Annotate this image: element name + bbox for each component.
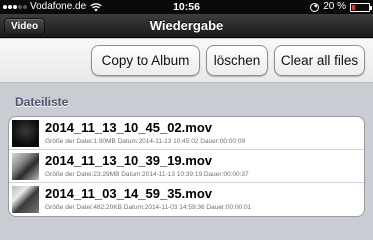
page-title: Wiedergabe — [149, 18, 224, 33]
action-toolbar: Copy to Album löschen Clear all files — [0, 39, 373, 83]
file-details: Größe der Datei:482.20KB Datum:2014-11-0… — [45, 204, 252, 211]
file-name: 2014_11_03_14_59_35.mov — [45, 186, 212, 201]
file-details: Größe der Datei:23.29MB Datum:2014-11-13… — [45, 171, 249, 178]
video-thumbnail-icon — [12, 153, 39, 180]
clear-all-files-button[interactable]: Clear all files — [274, 45, 365, 76]
copy-to-album-button[interactable]: Copy to Album — [91, 45, 200, 76]
status-bar: Vodafone.de 10:56 20 % — [0, 0, 373, 14]
status-right: 20 % — [310, 0, 372, 14]
list-item[interactable]: 2014_11_13_10_45_02.mov Größe der Datei:… — [9, 117, 364, 150]
file-details: Größe der Datei:1.90MB Datum:2014-11-13 … — [45, 138, 246, 145]
battery-icon — [350, 2, 372, 12]
video-thumbnail-icon — [12, 186, 39, 213]
list-item[interactable]: 2014_11_03_14_59_35.mov Größe der Datei:… — [9, 183, 364, 216]
delete-button[interactable]: löschen — [206, 45, 268, 76]
rotation-lock-icon — [310, 2, 320, 12]
video-thumbnail-icon — [12, 120, 39, 147]
battery-percent: 20 % — [323, 1, 346, 12]
file-name: 2014_11_13_10_39_19.mov — [45, 153, 212, 168]
battery-level — [352, 4, 356, 10]
navigation-bar: Video Wiedergabe — [0, 14, 373, 38]
file-name: 2014_11_13_10_45_02.mov — [45, 120, 212, 135]
list-item[interactable]: 2014_11_13_10_39_19.mov Größe der Datei:… — [9, 150, 364, 183]
file-list-header: Dateiliste — [15, 95, 69, 109]
file-list: 2014_11_13_10_45_02.mov Größe der Datei:… — [8, 116, 365, 217]
